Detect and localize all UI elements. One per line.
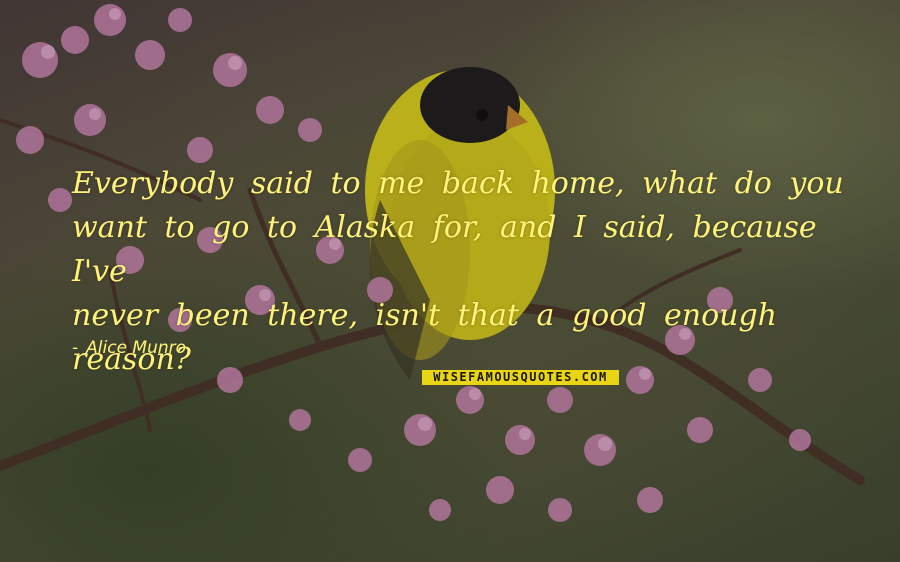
author-name: Alice Munro <box>86 338 187 358</box>
quote-line: want to go to Alaska for, and I said, be… <box>72 210 817 289</box>
quote-line: never been there, isn't that a good enou… <box>72 298 777 333</box>
brand-watermark: WISEFAMOUSQUOTES.COM <box>422 370 619 385</box>
author-dash: - <box>72 338 79 358</box>
quote-line: Everybody said to me back home, what do … <box>72 166 844 201</box>
quote-card: Everybody said to me back home, what do … <box>0 0 900 562</box>
quote-author: - Alice Munro <box>72 338 186 358</box>
quote-text: Everybody said to me back home, what do … <box>72 162 872 382</box>
